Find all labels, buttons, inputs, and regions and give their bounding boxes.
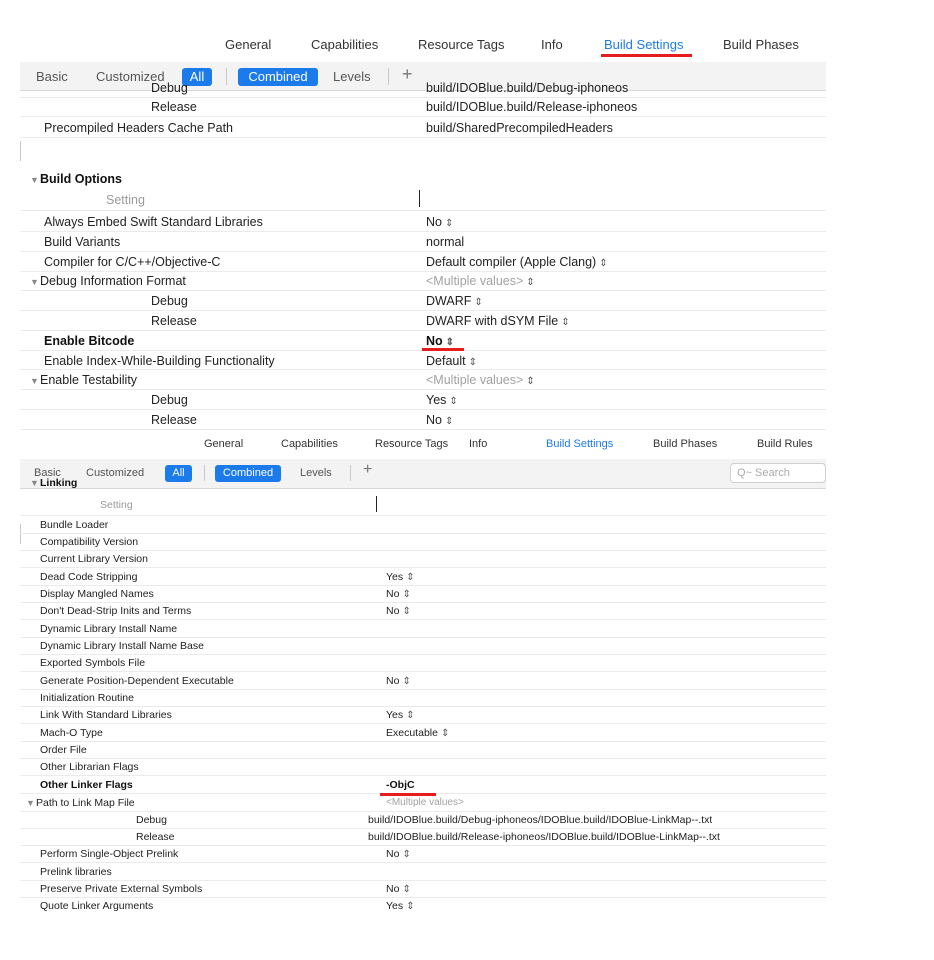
table-row[interactable]: Link With Standard Libraries Yes ⇕	[20, 707, 826, 724]
tab-build-settings[interactable]: Build Settings	[546, 438, 613, 450]
tab-general[interactable]: General	[204, 438, 243, 450]
stepper-icon[interactable]: ⇕	[441, 728, 449, 739]
search-field[interactable]: Q~ Search	[730, 463, 826, 483]
tab-resource-tags[interactable]: Resource Tags	[375, 438, 448, 450]
tab-build-phases[interactable]: Build Phases	[723, 37, 799, 52]
tab-capabilities[interactable]: Capabilities	[281, 438, 338, 450]
table-row[interactable]: Build Variants normal	[20, 232, 826, 252]
filter-levels[interactable]: Levels	[300, 465, 332, 482]
setting-column-header: Setting	[20, 494, 826, 516]
setting-column-header: Setting	[20, 188, 826, 211]
stepper-icon[interactable]: ⇕	[526, 277, 534, 288]
table-row[interactable]: Bundle Loader	[20, 517, 826, 534]
stepper-icon[interactable]: ⇕	[446, 337, 454, 348]
table-row[interactable]: Initialization Routine	[20, 690, 826, 707]
table-row[interactable]: Current Library Version	[20, 551, 826, 568]
table-row[interactable]: Debug Yes ⇕	[20, 390, 826, 410]
table-row[interactable]: Dead Code Stripping Yes ⇕	[20, 569, 826, 586]
table-row[interactable]: ▼Debug Information Format <Multiple valu…	[20, 271, 826, 291]
add-setting-icon[interactable]: +	[363, 461, 372, 479]
stepper-icon[interactable]: ⇕	[449, 396, 457, 407]
table-row[interactable]: Generate Position-Dependent Executable N…	[20, 673, 826, 690]
stepper-icon[interactable]: ⇕	[406, 710, 414, 721]
stepper-icon[interactable]: ⇕	[402, 606, 410, 617]
stepper-icon[interactable]: ⇕	[474, 297, 482, 308]
table-row[interactable]: Debug build/IDOBlue.build/Debug-iphoneos…	[20, 812, 826, 829]
table-row[interactable]: Precompiled Headers Cache Path build/Sha…	[20, 117, 826, 138]
table-row[interactable]: Release DWARF with dSYM File ⇕	[20, 311, 826, 331]
stepper-icon[interactable]: ⇕	[526, 376, 534, 387]
tab-capabilities[interactable]: Capabilities	[311, 37, 378, 52]
table-row[interactable]: Don't Dead-Strip Inits and Terms No ⇕	[20, 603, 826, 620]
tab-info[interactable]: Info	[541, 37, 563, 52]
table-row[interactable]: Release build/IDOBlue.build/Release-ipho…	[20, 829, 826, 846]
stepper-icon[interactable]: ⇕	[561, 317, 569, 328]
add-setting-icon[interactable]: +	[402, 64, 413, 85]
stepper-icon[interactable]: ⇕	[406, 901, 414, 912]
stepper-icon[interactable]: ⇕	[445, 416, 453, 427]
divider	[204, 465, 205, 481]
tab-build-settings[interactable]: Build Settings	[604, 37, 684, 52]
disclosure-triangle-icon[interactable]: ▼	[26, 798, 36, 808]
table-row[interactable]: Dynamic Library Install Name Base	[20, 638, 826, 655]
column-divider	[419, 190, 420, 207]
disclosure-triangle-icon[interactable]: ▼	[30, 376, 40, 386]
filter-combined[interactable]: Combined	[215, 465, 281, 482]
table-row[interactable]: Always Embed Swift Standard Libraries No…	[20, 212, 826, 232]
stepper-icon[interactable]: ⇕	[406, 572, 414, 583]
table-row[interactable]: Compiler for C/C++/Objective-C Default c…	[20, 251, 826, 272]
table-row[interactable]: Enable Index-While-Building Functionalit…	[20, 350, 826, 370]
filter-customized[interactable]: Customized	[86, 465, 144, 482]
disclosure-triangle-icon[interactable]: ▼	[30, 277, 40, 287]
table-row[interactable]: ▼Path to Link Map File <Multiple values>	[20, 795, 826, 812]
stepper-icon[interactable]: ⇕	[402, 676, 410, 687]
stepper-icon[interactable]: ⇕	[402, 884, 410, 895]
table-row[interactable]: Perform Single-Object Prelink No ⇕	[20, 846, 826, 863]
disclosure-triangle-icon[interactable]: ▼	[30, 175, 40, 185]
build-settings-panel-bottom: General Capabilities Resource Tags Info …	[20, 431, 826, 923]
stepper-icon[interactable]: ⇕	[599, 258, 607, 269]
table-row[interactable]: Debug build/IDOBlue.build/Debug-iphoneos	[20, 81, 826, 98]
table-row[interactable]: Other Librarian Flags	[20, 759, 826, 776]
stepper-icon[interactable]: ⇕	[402, 849, 410, 860]
tab-resource-tags[interactable]: Resource Tags	[418, 37, 504, 52]
tab-build-phases[interactable]: Build Phases	[653, 438, 717, 450]
table-row[interactable]: Debug DWARF ⇕	[20, 291, 826, 311]
stepper-icon[interactable]: ⇕	[469, 357, 477, 368]
table-row[interactable]: Preserve Private External Symbols No ⇕	[20, 881, 826, 898]
tab-build-rules[interactable]: Build Rules	[757, 438, 813, 450]
table-row[interactable]: Compatibility Version	[20, 534, 826, 551]
tab-info[interactable]: Info	[469, 438, 487, 450]
tab-general[interactable]: General	[225, 37, 271, 52]
table-row[interactable]: Order File	[20, 742, 826, 759]
row-marker	[20, 141, 21, 161]
column-divider	[376, 496, 377, 512]
build-settings-panel-top: General Capabilities Resource Tags Info …	[20, 0, 826, 431]
table-row[interactable]: ▼Enable Testability <Multiple values> ⇕	[20, 370, 826, 390]
table-row[interactable]: Mach-O Type Executable ⇕	[20, 725, 826, 742]
table-row[interactable]: Release No ⇕	[20, 410, 826, 430]
table-row[interactable]: Other Linker Flags -ObjC	[20, 777, 826, 794]
table-row[interactable]: Quote Linker Arguments Yes ⇕	[20, 898, 826, 914]
section-header-linking[interactable]: ▼Linking	[20, 477, 826, 493]
stepper-icon[interactable]: ⇕	[402, 589, 410, 600]
table-row[interactable]: Display Mangled Names No ⇕	[20, 586, 826, 603]
annotation-underline	[601, 54, 692, 57]
table-row[interactable]: Prelink libraries	[20, 864, 826, 881]
filter-all[interactable]: All	[165, 465, 192, 482]
table-row[interactable]: Release build/IDOBlue.build/Release-ipho…	[20, 97, 826, 117]
section-header-build-options[interactable]: ▼Build Options	[20, 168, 826, 188]
divider	[350, 465, 351, 481]
disclosure-triangle-icon[interactable]: ▼	[30, 478, 40, 488]
stepper-icon[interactable]: ⇕	[445, 218, 453, 229]
table-row[interactable]: Dynamic Library Install Name	[20, 621, 826, 638]
table-row[interactable]: Exported Symbols File	[20, 655, 826, 672]
